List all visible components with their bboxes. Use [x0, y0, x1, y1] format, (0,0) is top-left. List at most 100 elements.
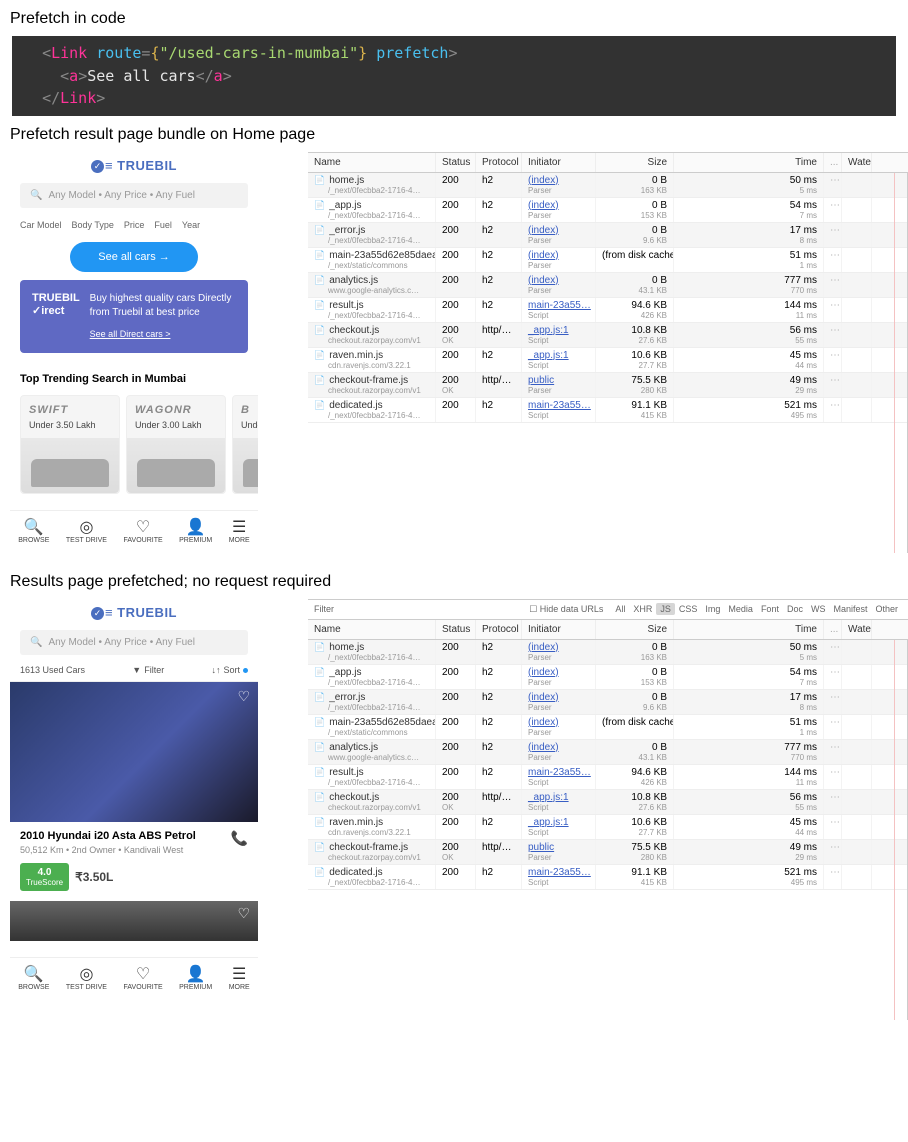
col-header[interactable]: Size — [596, 153, 674, 172]
search-input[interactable]: Any Model • Any Price • Any Fuel — [20, 183, 248, 208]
listing-image[interactable]: ♡ — [10, 682, 258, 822]
brand: ✓TRUEBIL — [10, 152, 258, 180]
filter-button[interactable]: ▼ Filter — [132, 665, 164, 675]
type-filter-media[interactable]: Media — [724, 603, 757, 615]
trend-card[interactable]: SWIFTUnder 3.50 Lakh — [20, 395, 120, 494]
col-header[interactable]: ... — [824, 620, 842, 639]
type-filter-ws[interactable]: WS — [807, 603, 830, 615]
type-filter-xhr[interactable]: XHR — [629, 603, 656, 615]
net-row[interactable]: home.js/_next/0fecbba2-1716-4…200h2(inde… — [308, 173, 907, 198]
type-filter-js[interactable]: JS — [656, 603, 675, 615]
col-header[interactable]: Wate — [842, 153, 872, 172]
net-row[interactable]: _error.js/_next/0fecbba2-1716-4…200h2(in… — [308, 690, 907, 715]
code-block: <Link route={"/used-cars-in-mumbai"} pre… — [12, 36, 896, 116]
direct-logo: TRUEBIL ✓irect — [32, 292, 80, 341]
nav-more[interactable]: ☰MORE — [229, 517, 250, 544]
col-header[interactable]: Initiator — [522, 620, 596, 639]
favourite-icon[interactable]: ♡ — [237, 688, 250, 705]
net-row[interactable]: checkout.jscheckout.razorpay.com/v1200OK… — [308, 790, 907, 815]
trend-card[interactable]: BUnde — [232, 395, 258, 494]
direct-text: Buy highest quality cars Directly from T… — [90, 293, 232, 318]
net-header[interactable]: NameStatusProtocolInitiatorSizeTime...Wa… — [308, 153, 908, 173]
type-filter-other[interactable]: Other — [871, 603, 902, 615]
filter-fuel[interactable]: Fuel — [154, 220, 172, 230]
section2-title: Prefetch result page bundle on Home page — [10, 126, 908, 144]
call-icon[interactable]: 📞 — [231, 830, 248, 855]
filter-price[interactable]: Price — [124, 220, 145, 230]
col-header[interactable]: Initiator — [522, 153, 596, 172]
type-filter-all[interactable]: All — [611, 603, 629, 615]
net-row[interactable]: raven.min.jscdn.ravenjs.com/3.22.1200h2_… — [308, 348, 907, 373]
col-header[interactable]: Protocol — [476, 153, 522, 172]
trending-row[interactable]: SWIFTUnder 3.50 LakhWAGONRUnder 3.00 Lak… — [10, 395, 258, 494]
filter-car-model[interactable]: Car Model — [20, 220, 62, 230]
filter-body-type[interactable]: Body Type — [72, 220, 114, 230]
net-header[interactable]: NameStatusProtocolInitiatorSizeTime...Wa… — [308, 620, 908, 640]
col-header[interactable]: Name — [308, 620, 436, 639]
price-tag: ₹3.50L — [75, 870, 113, 884]
nav-browse[interactable]: 🔍BROWSE — [18, 517, 49, 544]
sort-button[interactable]: ↓↑Sort — [211, 665, 248, 675]
nav-test drive[interactable]: ◎TEST DRIVE — [66, 964, 107, 991]
net-row[interactable]: analytics.jswww.google-analytics.c…200h2… — [308, 740, 907, 765]
net-row[interactable]: dedicated.js/_next/0fecbba2-1716-4…200h2… — [308, 865, 907, 890]
col-header[interactable]: Time — [674, 620, 824, 639]
net-row[interactable]: result.js/_next/0fecbba2-1716-4…200h2mai… — [308, 298, 907, 323]
network-panel-2: Filter ☐ Hide data URLs AllXHRJSCSSImgMe… — [308, 599, 908, 1020]
results-count: 1613 Used Cars — [20, 665, 85, 675]
direct-link[interactable]: See all Direct cars > — [90, 328, 236, 341]
devtools-filter-bar[interactable]: Filter ☐ Hide data URLs AllXHRJSCSSImgMe… — [308, 600, 908, 620]
col-header[interactable]: Name — [308, 153, 436, 172]
col-header[interactable]: Time — [674, 153, 824, 172]
see-all-button[interactable]: See all cars → — [70, 242, 198, 272]
net-row[interactable]: result.js/_next/0fecbba2-1716-4…200h2mai… — [308, 765, 907, 790]
net-row[interactable]: checkout-frame.jscheckout.razorpay.com/v… — [308, 840, 907, 865]
nav-premium[interactable]: 👤PREMIUM — [179, 517, 212, 544]
col-header[interactable]: Status — [436, 620, 476, 639]
net-row[interactable]: main-23a55d62e85daea…/_next/static/commo… — [308, 248, 907, 273]
net-row[interactable]: checkout.jscheckout.razorpay.com/v1200OK… — [308, 323, 907, 348]
favourite-icon[interactable]: ♡ — [237, 905, 250, 922]
net-row[interactable]: _app.js/_next/0fecbba2-1716-4…200h2(inde… — [308, 665, 907, 690]
trending-title: Top Trending Search in Mumbai — [10, 359, 258, 395]
net-row[interactable]: analytics.jswww.google-analytics.c…200h2… — [308, 273, 907, 298]
col-header[interactable]: Status — [436, 153, 476, 172]
col-header[interactable]: Size — [596, 620, 674, 639]
nav-favourite[interactable]: ♡FAVOURITE — [123, 964, 162, 991]
type-filter-doc[interactable]: Doc — [783, 603, 807, 615]
net-row[interactable]: checkout-frame.jscheckout.razorpay.com/v… — [308, 373, 907, 398]
col-header[interactable]: Wate — [842, 620, 872, 639]
net-row[interactable]: _error.js/_next/0fecbba2-1716-4…200h2(in… — [308, 223, 907, 248]
nav-premium[interactable]: 👤PREMIUM — [179, 964, 212, 991]
nav-test drive[interactable]: ◎TEST DRIVE — [66, 517, 107, 544]
nav-browse[interactable]: 🔍BROWSE — [18, 964, 49, 991]
mobile-results: ✓TRUEBIL Any Model • Any Price • Any Fue… — [10, 599, 258, 1020]
type-filter-manifest[interactable]: Manifest — [829, 603, 871, 615]
bottom-nav: 🔍BROWSE ◎TEST DRIVE ♡FAVOURITE 👤PREMIUM ☰MOR… — [10, 957, 258, 997]
brand: ✓TRUEBIL — [10, 599, 258, 627]
net-row[interactable]: home.js/_next/0fecbba2-1716-4…200h2(inde… — [308, 640, 907, 665]
listing-title: 2010 Hyundai i20 Asta ABS Petrol — [20, 830, 196, 842]
type-filter-img[interactable]: Img — [701, 603, 724, 615]
nav-more[interactable]: ☰MORE — [229, 964, 250, 991]
direct-card[interactable]: TRUEBIL ✓irect Buy highest quality cars … — [20, 280, 248, 353]
listing-meta: 50,512 Km • 2nd Owner • Kandivali West — [20, 845, 196, 855]
section3-title: Results page prefetched; no request requ… — [10, 573, 908, 591]
network-panel-1: NameStatusProtocolInitiatorSizeTime...Wa… — [308, 152, 908, 553]
section1-title: Prefetch in code — [10, 10, 908, 28]
type-filter-font[interactable]: Font — [757, 603, 783, 615]
net-row[interactable]: _app.js/_next/0fecbba2-1716-4…200h2(inde… — [308, 198, 907, 223]
trust-badge: 4.0 TrueScore — [20, 863, 69, 891]
nav-favourite[interactable]: ♡FAVOURITE — [123, 517, 162, 544]
net-row[interactable]: raven.min.jscdn.ravenjs.com/3.22.1200h2_… — [308, 815, 907, 840]
filter-year[interactable]: Year — [182, 220, 200, 230]
net-row[interactable]: main-23a55d62e85daea…/_next/static/commo… — [308, 715, 907, 740]
col-header[interactable]: ... — [824, 153, 842, 172]
net-row[interactable]: dedicated.js/_next/0fecbba2-1716-4…200h2… — [308, 398, 907, 423]
search-input[interactable]: Any Model • Any Price • Any Fuel — [20, 630, 248, 655]
type-filter-css[interactable]: CSS — [675, 603, 702, 615]
col-header[interactable]: Protocol — [476, 620, 522, 639]
listing-image-2[interactable]: ♡ — [10, 901, 258, 941]
bottom-nav: 🔍BROWSE ◎TEST DRIVE ♡FAVOURITE 👤PREMIUM ☰MOR… — [10, 510, 258, 550]
trend-card[interactable]: WAGONRUnder 3.00 Lakh — [126, 395, 226, 494]
